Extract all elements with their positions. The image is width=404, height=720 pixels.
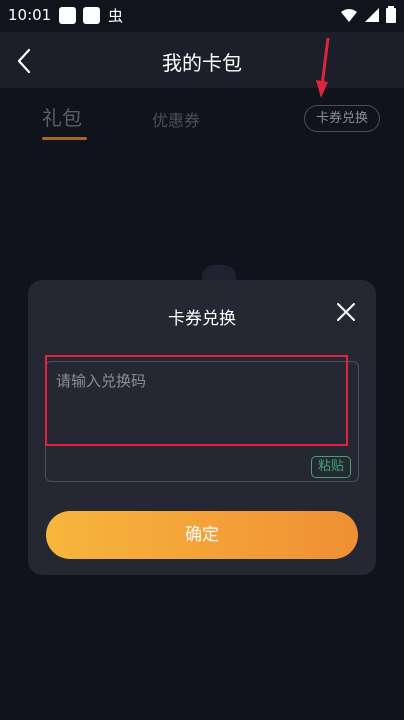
signal-icon [365, 7, 379, 22]
redeem-dialog: 卡券兑换 粘贴 确定 [28, 280, 376, 575]
notification-icon [83, 7, 100, 24]
dialog-title: 卡券兑换 [168, 309, 236, 329]
confirm-button[interactable]: 确定 [46, 511, 358, 559]
paste-button[interactable]: 粘贴 [311, 456, 351, 478]
battery-icon [386, 6, 396, 23]
tab-gift[interactable]: 礼包 [42, 102, 82, 131]
annotation-highlight-box [45, 355, 348, 446]
page-title: 我的卡包 [162, 51, 242, 75]
annotation-arrow-icon [316, 37, 330, 98]
notification-icon [59, 7, 76, 24]
tab-coupon[interactable]: 优惠券 [152, 107, 200, 131]
status-time: 10:01 [8, 6, 52, 24]
notification-bug-icon: 虫 [108, 7, 124, 25]
redeem-coupon-button[interactable]: 卡券兑换 [304, 105, 380, 132]
wifi-icon [341, 8, 357, 22]
tab-active-indicator [42, 137, 87, 140]
nav-bar: 我的卡包 [0, 32, 404, 88]
close-icon[interactable] [334, 300, 358, 324]
status-bar: 10:01 虫 [0, 0, 404, 32]
